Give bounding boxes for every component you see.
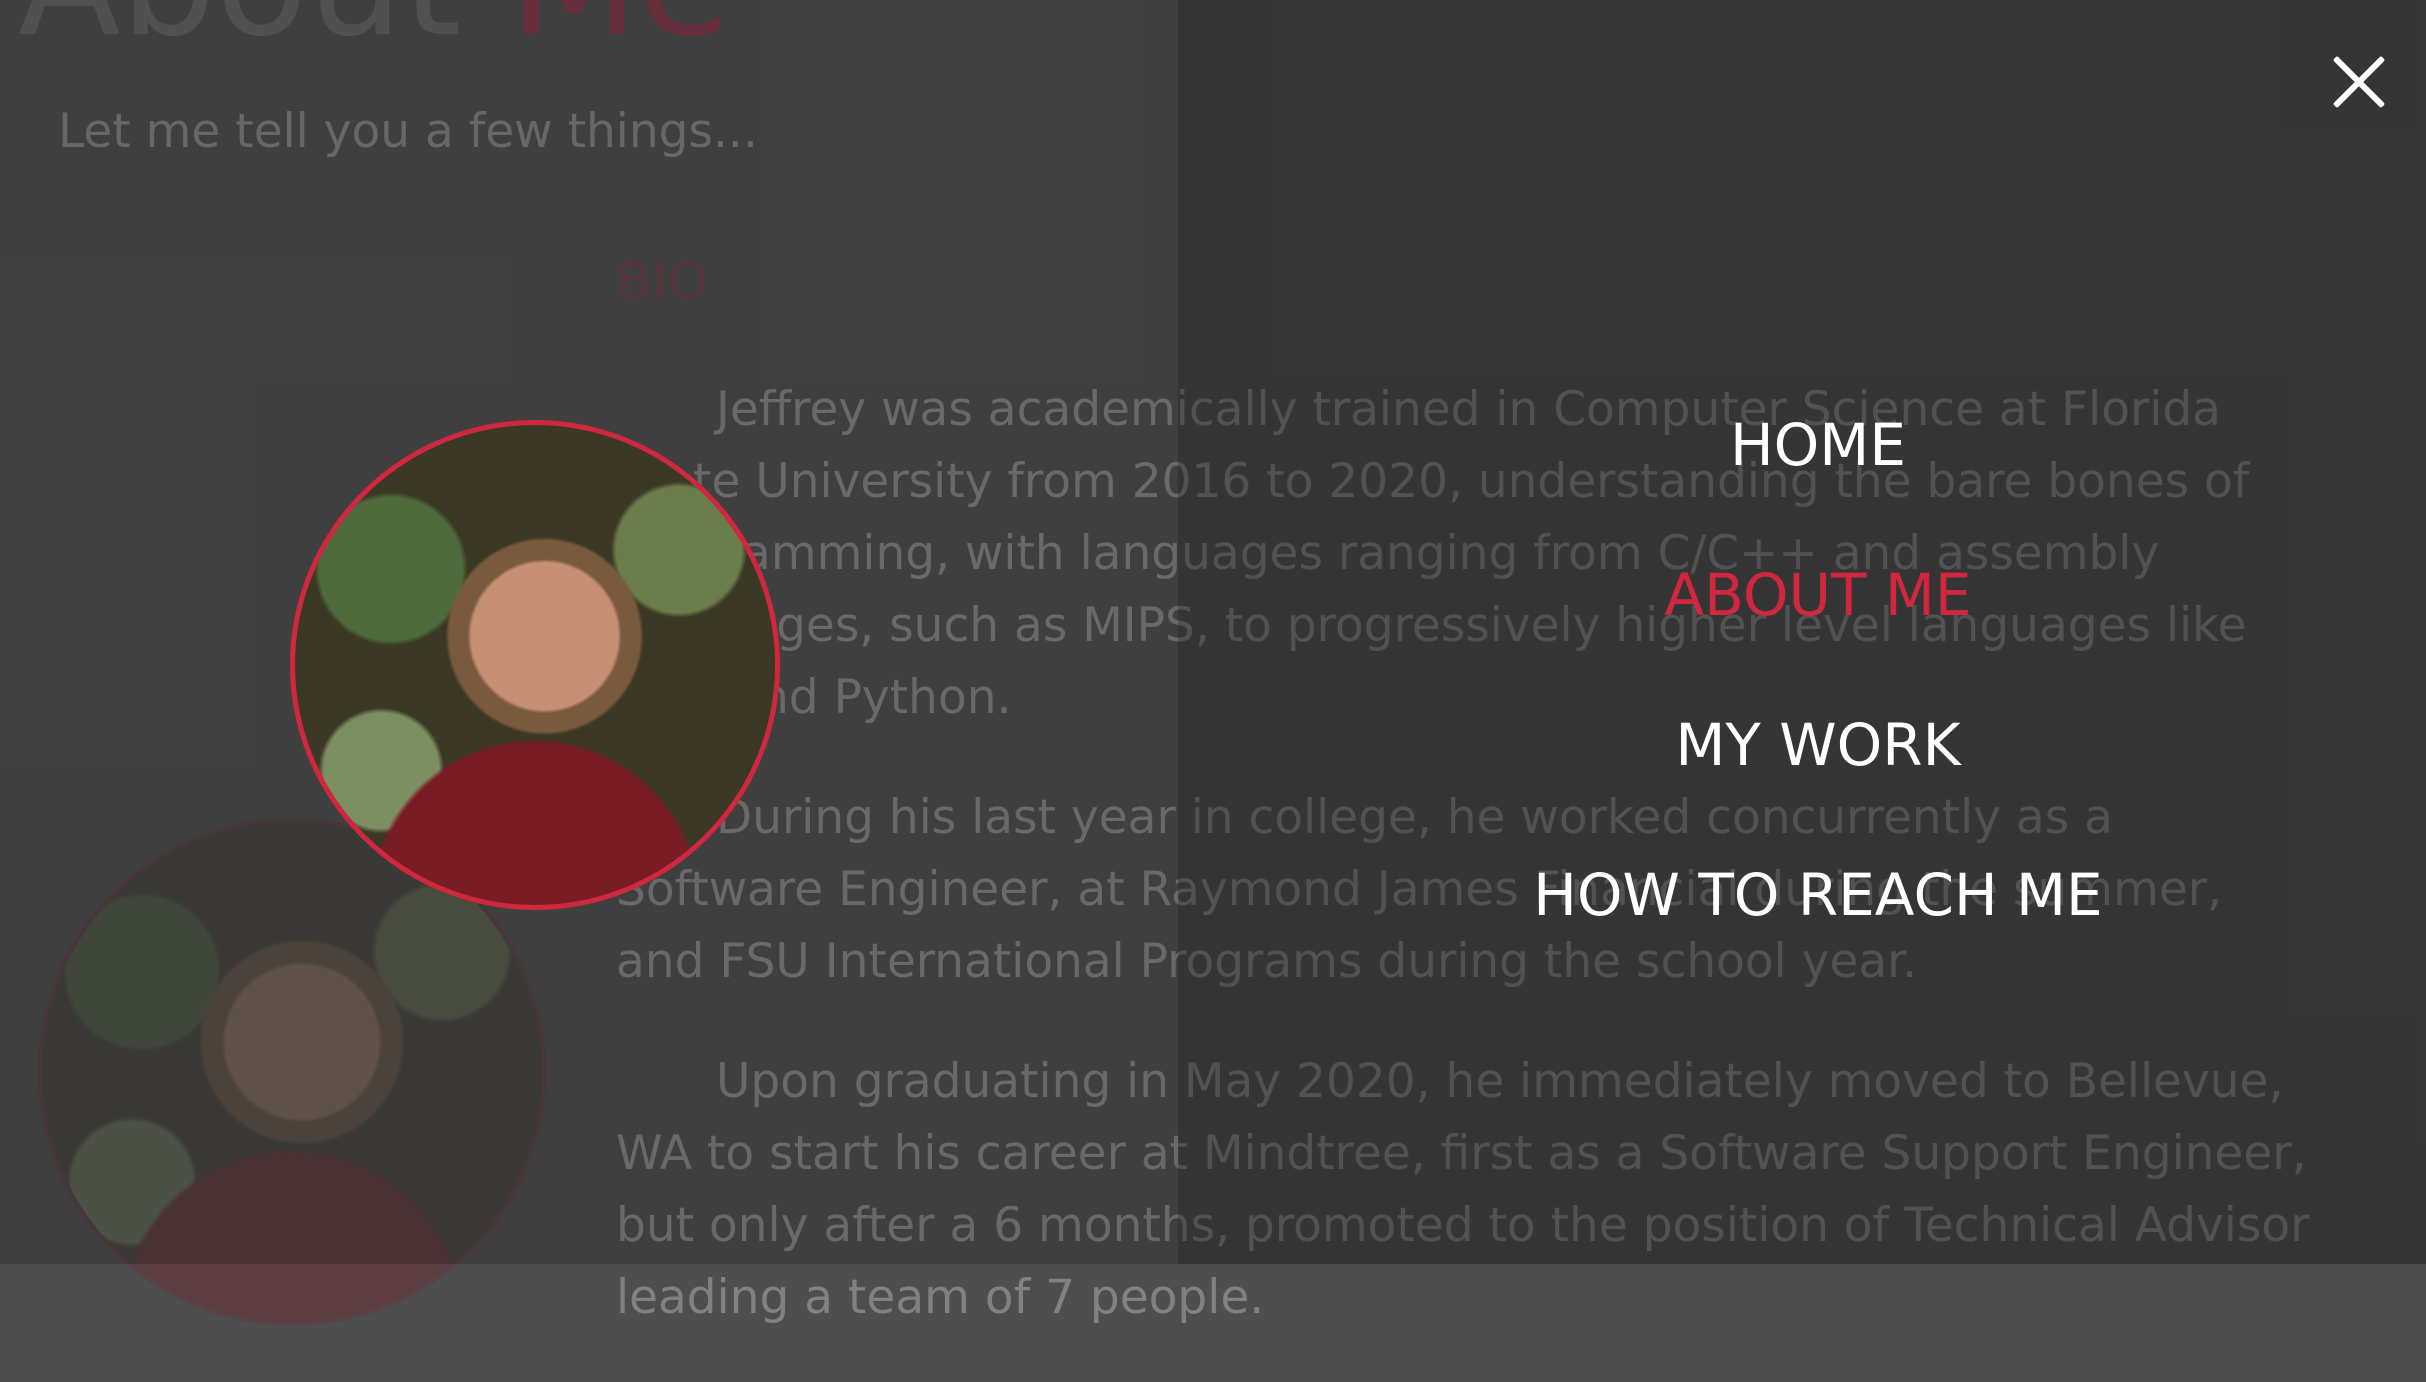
nav-item-about-me[interactable]: ABOUT ME xyxy=(1664,550,1971,700)
profile-photo xyxy=(290,420,780,910)
overlay-nav: HOME ABOUT ME MY WORK HOW TO REACH ME xyxy=(1318,400,2318,1000)
nav-item-home[interactable]: HOME xyxy=(1730,400,1906,550)
nav-item-how-to-reach-me[interactable]: HOW TO REACH ME xyxy=(1533,850,2102,1000)
close-icon[interactable] xyxy=(2331,54,2387,110)
nav-item-my-work[interactable]: MY WORK xyxy=(1675,700,1960,850)
